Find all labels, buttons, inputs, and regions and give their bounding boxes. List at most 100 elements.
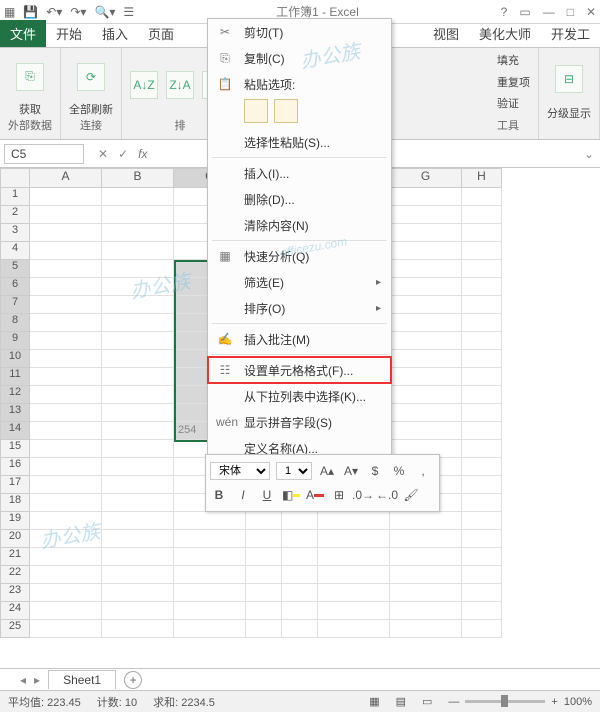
cell[interactable] — [246, 548, 282, 566]
cell[interactable] — [102, 440, 174, 458]
cell[interactable] — [462, 278, 502, 296]
underline-icon[interactable]: U — [258, 486, 276, 504]
cell[interactable] — [30, 278, 102, 296]
view-break-icon[interactable]: ▭ — [422, 695, 432, 708]
cell[interactable] — [462, 188, 502, 206]
cell[interactable] — [390, 350, 462, 368]
cell[interactable] — [30, 530, 102, 548]
sheet-tab[interactable]: Sheet1 — [48, 670, 116, 689]
cell[interactable] — [318, 620, 390, 638]
cell[interactable] — [462, 440, 502, 458]
cell[interactable] — [462, 386, 502, 404]
accounting-format-icon[interactable]: $ — [366, 462, 384, 480]
sheet-nav-prev-icon[interactable]: ◂ — [20, 673, 26, 687]
cancel-icon[interactable]: ✕ — [98, 147, 108, 161]
cell[interactable] — [102, 332, 174, 350]
zoom-in-icon[interactable]: + — [551, 696, 557, 708]
increase-decimal-icon[interactable]: .0→ — [354, 486, 372, 504]
cell[interactable] — [318, 548, 390, 566]
validation-label[interactable]: 验证 — [497, 95, 519, 111]
cell[interactable] — [282, 530, 318, 548]
cell[interactable] — [30, 404, 102, 422]
cell[interactable] — [174, 584, 246, 602]
cell[interactable] — [174, 548, 246, 566]
sort-desc-icon[interactable]: Z↓A — [166, 71, 194, 99]
decrease-decimal-icon[interactable]: ←.0 — [378, 486, 396, 504]
cell[interactable] — [246, 602, 282, 620]
cell[interactable] — [282, 584, 318, 602]
help-icon[interactable]: ? — [501, 5, 508, 19]
duplicates-label[interactable]: 重复项 — [497, 74, 530, 90]
cell[interactable] — [30, 386, 102, 404]
cell[interactable] — [246, 620, 282, 638]
cell[interactable] — [390, 314, 462, 332]
select-all-corner[interactable] — [0, 168, 30, 188]
cell[interactable] — [102, 260, 174, 278]
cell[interactable] — [282, 548, 318, 566]
cell[interactable] — [246, 566, 282, 584]
cell[interactable] — [102, 206, 174, 224]
col-b[interactable]: B — [102, 168, 174, 188]
cell[interactable] — [30, 494, 102, 512]
paste-option-values[interactable] — [274, 99, 298, 123]
zoom-control[interactable]: — + 100% — [448, 696, 592, 708]
zoom-slider[interactable] — [465, 700, 545, 703]
outline-icon[interactable]: ⊟ — [555, 65, 583, 93]
close-icon[interactable]: ✕ — [586, 5, 596, 19]
cell[interactable] — [462, 260, 502, 278]
cell[interactable] — [462, 494, 502, 512]
cell[interactable] — [246, 530, 282, 548]
fill-color-icon[interactable]: ◧ — [282, 486, 300, 504]
cell[interactable] — [462, 368, 502, 386]
col-h[interactable]: H — [462, 168, 502, 188]
cell[interactable] — [102, 476, 174, 494]
row-header[interactable]: 6 — [0, 278, 30, 296]
cell[interactable] — [30, 566, 102, 584]
ctx-copy[interactable]: ⎘复制(C) — [208, 45, 391, 71]
name-box[interactable]: C5 — [4, 144, 84, 164]
cell[interactable] — [102, 368, 174, 386]
ctx-cut[interactable]: ✂剪切(T) — [208, 19, 391, 45]
cell[interactable] — [462, 602, 502, 620]
cell[interactable] — [174, 602, 246, 620]
maximize-icon[interactable]: □ — [567, 5, 574, 19]
cell[interactable] — [390, 188, 462, 206]
cell[interactable] — [318, 530, 390, 548]
cell[interactable] — [462, 404, 502, 422]
cell[interactable] — [30, 224, 102, 242]
ctx-filter[interactable]: 筛选(E)▸ — [208, 269, 391, 295]
cell[interactable] — [174, 566, 246, 584]
view-normal-icon[interactable]: ▦ — [369, 695, 379, 708]
tab-beautify[interactable]: 美化大师 — [469, 20, 541, 47]
refresh-all-icon[interactable]: ⟳ — [77, 63, 105, 91]
cell[interactable] — [462, 476, 502, 494]
row-header[interactable]: 10 — [0, 350, 30, 368]
tab-dev[interactable]: 开发工 — [541, 20, 600, 47]
add-sheet-icon[interactable]: + — [124, 671, 142, 689]
borders-icon[interactable]: ⊞ — [330, 486, 348, 504]
undo-icon[interactable]: ↶▾ — [46, 5, 62, 19]
cell[interactable] — [102, 224, 174, 242]
cell[interactable] — [390, 548, 462, 566]
percent-icon[interactable]: % — [390, 462, 408, 480]
cell[interactable] — [462, 512, 502, 530]
row-header[interactable]: 8 — [0, 314, 30, 332]
cell[interactable] — [102, 188, 174, 206]
cell[interactable] — [30, 512, 102, 530]
cell[interactable] — [390, 386, 462, 404]
cell[interactable] — [462, 620, 502, 638]
decrease-font-icon[interactable]: A▾ — [342, 462, 360, 480]
cell[interactable] — [30, 350, 102, 368]
view-page-icon[interactable]: ▤ — [396, 695, 406, 708]
ctx-insert[interactable]: 插入(I)... — [208, 160, 391, 186]
external-data-icon[interactable]: ⎘ — [16, 63, 44, 91]
row-header[interactable]: 18 — [0, 494, 30, 512]
cell[interactable] — [318, 602, 390, 620]
cell[interactable] — [390, 368, 462, 386]
cell[interactable] — [282, 512, 318, 530]
format-painter-icon[interactable]: 🖌 — [402, 486, 420, 504]
redo-icon[interactable]: ↷▾ — [70, 5, 86, 19]
cell[interactable] — [390, 584, 462, 602]
cell[interactable] — [102, 296, 174, 314]
italic-icon[interactable]: I — [234, 486, 252, 504]
